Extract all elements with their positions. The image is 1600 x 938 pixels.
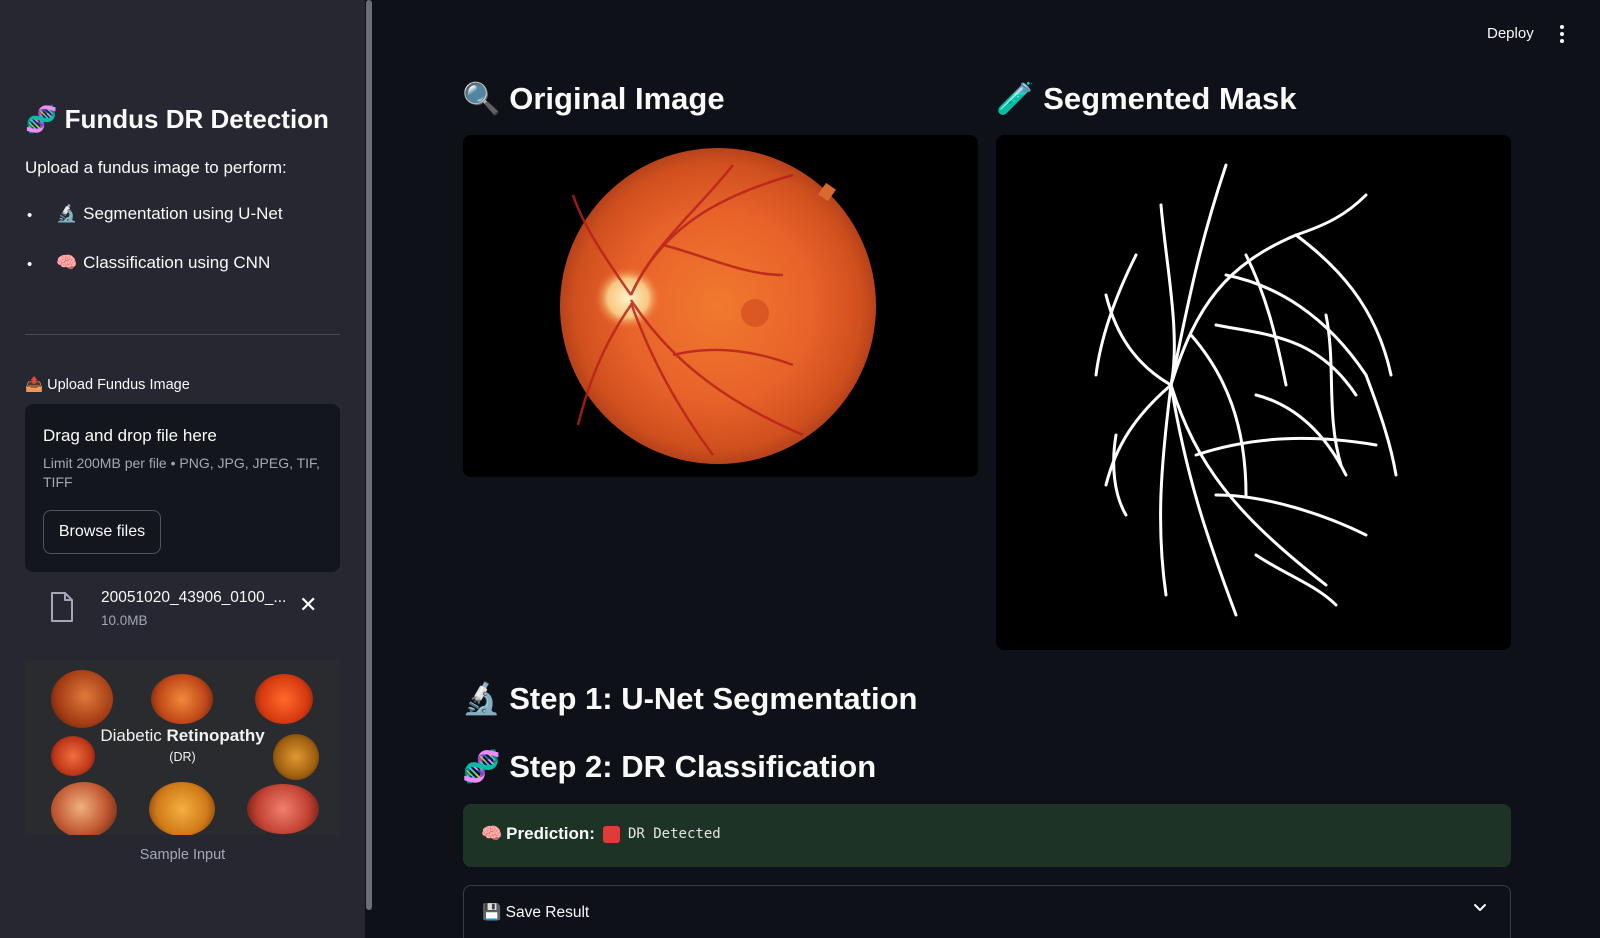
feature-label: Classification using CNN bbox=[83, 253, 271, 272]
fundus-thumb bbox=[149, 782, 215, 835]
more-options-icon[interactable] bbox=[1558, 24, 1566, 44]
sample-input-image: Diabetic Retinopathy (DR) bbox=[25, 660, 340, 835]
dna-icon: 🧬 bbox=[462, 749, 501, 784]
sidebar-description: Upload a fundus image to perform: bbox=[25, 158, 287, 177]
feature-label: Segmentation using U-Net bbox=[83, 204, 283, 223]
microscope-icon: 🔬 bbox=[462, 681, 501, 716]
file-size: 10.0MB bbox=[101, 613, 148, 628]
test-tube-icon: 🧪 bbox=[996, 81, 1035, 116]
save-result-expander[interactable]: 💾 Save Result bbox=[463, 885, 1511, 938]
original-image-heading: 🔍 Original Image bbox=[462, 80, 725, 117]
uploaded-file: 20051020_43906_0100_... 10.0MB ✕ bbox=[25, 586, 340, 636]
magnifier-icon: 🔍 bbox=[462, 81, 501, 116]
chevron-down-icon bbox=[1474, 904, 1486, 911]
heading-text: Original Image bbox=[509, 81, 725, 116]
prediction-label: Prediction: bbox=[506, 824, 595, 843]
sidebar-title-text: Fundus DR Detection bbox=[64, 104, 329, 134]
brain-icon: 🧠 bbox=[481, 824, 503, 843]
dropzone-limit: Limit 200MB per file • PNG, JPG, JPEG, T… bbox=[43, 455, 320, 490]
prediction-alert: 🧠 Prediction: DR Detected bbox=[463, 804, 1511, 867]
bullet: • bbox=[27, 256, 33, 273]
fundus-thumb bbox=[51, 782, 117, 835]
sample-title: Diabetic Retinopathy bbox=[25, 726, 340, 746]
step1-heading: 🔬 Step 1: U-Net Segmentation bbox=[462, 680, 917, 717]
file-dropzone[interactable]: Drag and drop file here Limit 200MB per … bbox=[25, 404, 340, 572]
expander-label: 💾 Save Result bbox=[482, 903, 589, 922]
file-icon bbox=[51, 592, 73, 622]
bullet: • bbox=[27, 207, 33, 224]
brain-icon: 🧠 bbox=[56, 253, 78, 272]
sample-title-light: Diabetic bbox=[100, 726, 167, 745]
divider bbox=[25, 334, 340, 335]
file-name: 20051020_43906_0100_... bbox=[101, 589, 287, 606]
fundus-thumb bbox=[51, 670, 113, 728]
upload-label-text: Upload Fundus Image bbox=[47, 377, 190, 393]
sidebar-scrollbar[interactable] bbox=[366, 0, 372, 910]
dna-icon: 🧬 bbox=[25, 104, 58, 134]
original-fundus-image bbox=[463, 135, 978, 477]
red-square-icon bbox=[602, 825, 620, 843]
heading-text: Step 1: U-Net Segmentation bbox=[509, 681, 918, 716]
sample-abbrev: (DR) bbox=[169, 750, 196, 764]
fundus-thumb bbox=[247, 784, 319, 834]
floppy-disk-icon: 💾 bbox=[482, 904, 502, 921]
list-item: • 🔬 Segmentation using U-Net bbox=[25, 204, 283, 253]
segmented-mask-heading: 🧪 Segmented Mask bbox=[996, 80, 1297, 117]
feature-list: • 🔬 Segmentation using U-Net • 🧠 Classif… bbox=[25, 204, 283, 302]
browse-files-button[interactable]: Browse files bbox=[43, 510, 161, 554]
remove-file-close-icon[interactable]: ✕ bbox=[299, 594, 317, 616]
prediction-value: DR Detected bbox=[627, 826, 721, 842]
heading-text: Segmented Mask bbox=[1043, 81, 1297, 116]
fundus-thumb bbox=[255, 674, 313, 724]
heading-text: Step 2: DR Classification bbox=[509, 749, 877, 784]
sidebar-title: 🧬 Fundus DR Detection bbox=[25, 104, 329, 135]
sample-caption: Sample Input bbox=[139, 847, 226, 863]
segmented-mask-image bbox=[996, 135, 1511, 650]
fundus-thumb bbox=[151, 674, 213, 724]
deploy-button[interactable]: Deploy bbox=[1487, 25, 1534, 42]
outbox-tray-icon: 📤 bbox=[25, 377, 44, 393]
microscope-icon: 🔬 bbox=[56, 204, 78, 223]
prediction-text: 🧠 Prediction: DR Detected bbox=[481, 824, 721, 844]
upload-label: 📤 Upload Fundus Image bbox=[25, 376, 190, 393]
list-item: • 🧠 Classification using CNN bbox=[25, 253, 283, 302]
fundus-svg bbox=[560, 148, 876, 464]
sidebar: 🧬 Fundus DR Detection Upload a fundus im… bbox=[0, 0, 366, 938]
sample-title-bold: Retinopathy bbox=[166, 726, 265, 745]
dropzone-title: Drag and drop file here bbox=[43, 426, 217, 445]
mask-svg bbox=[1094, 163, 1398, 617]
expander-label-text: Save Result bbox=[505, 904, 590, 921]
step2-heading: 🧬 Step 2: DR Classification bbox=[462, 748, 876, 785]
